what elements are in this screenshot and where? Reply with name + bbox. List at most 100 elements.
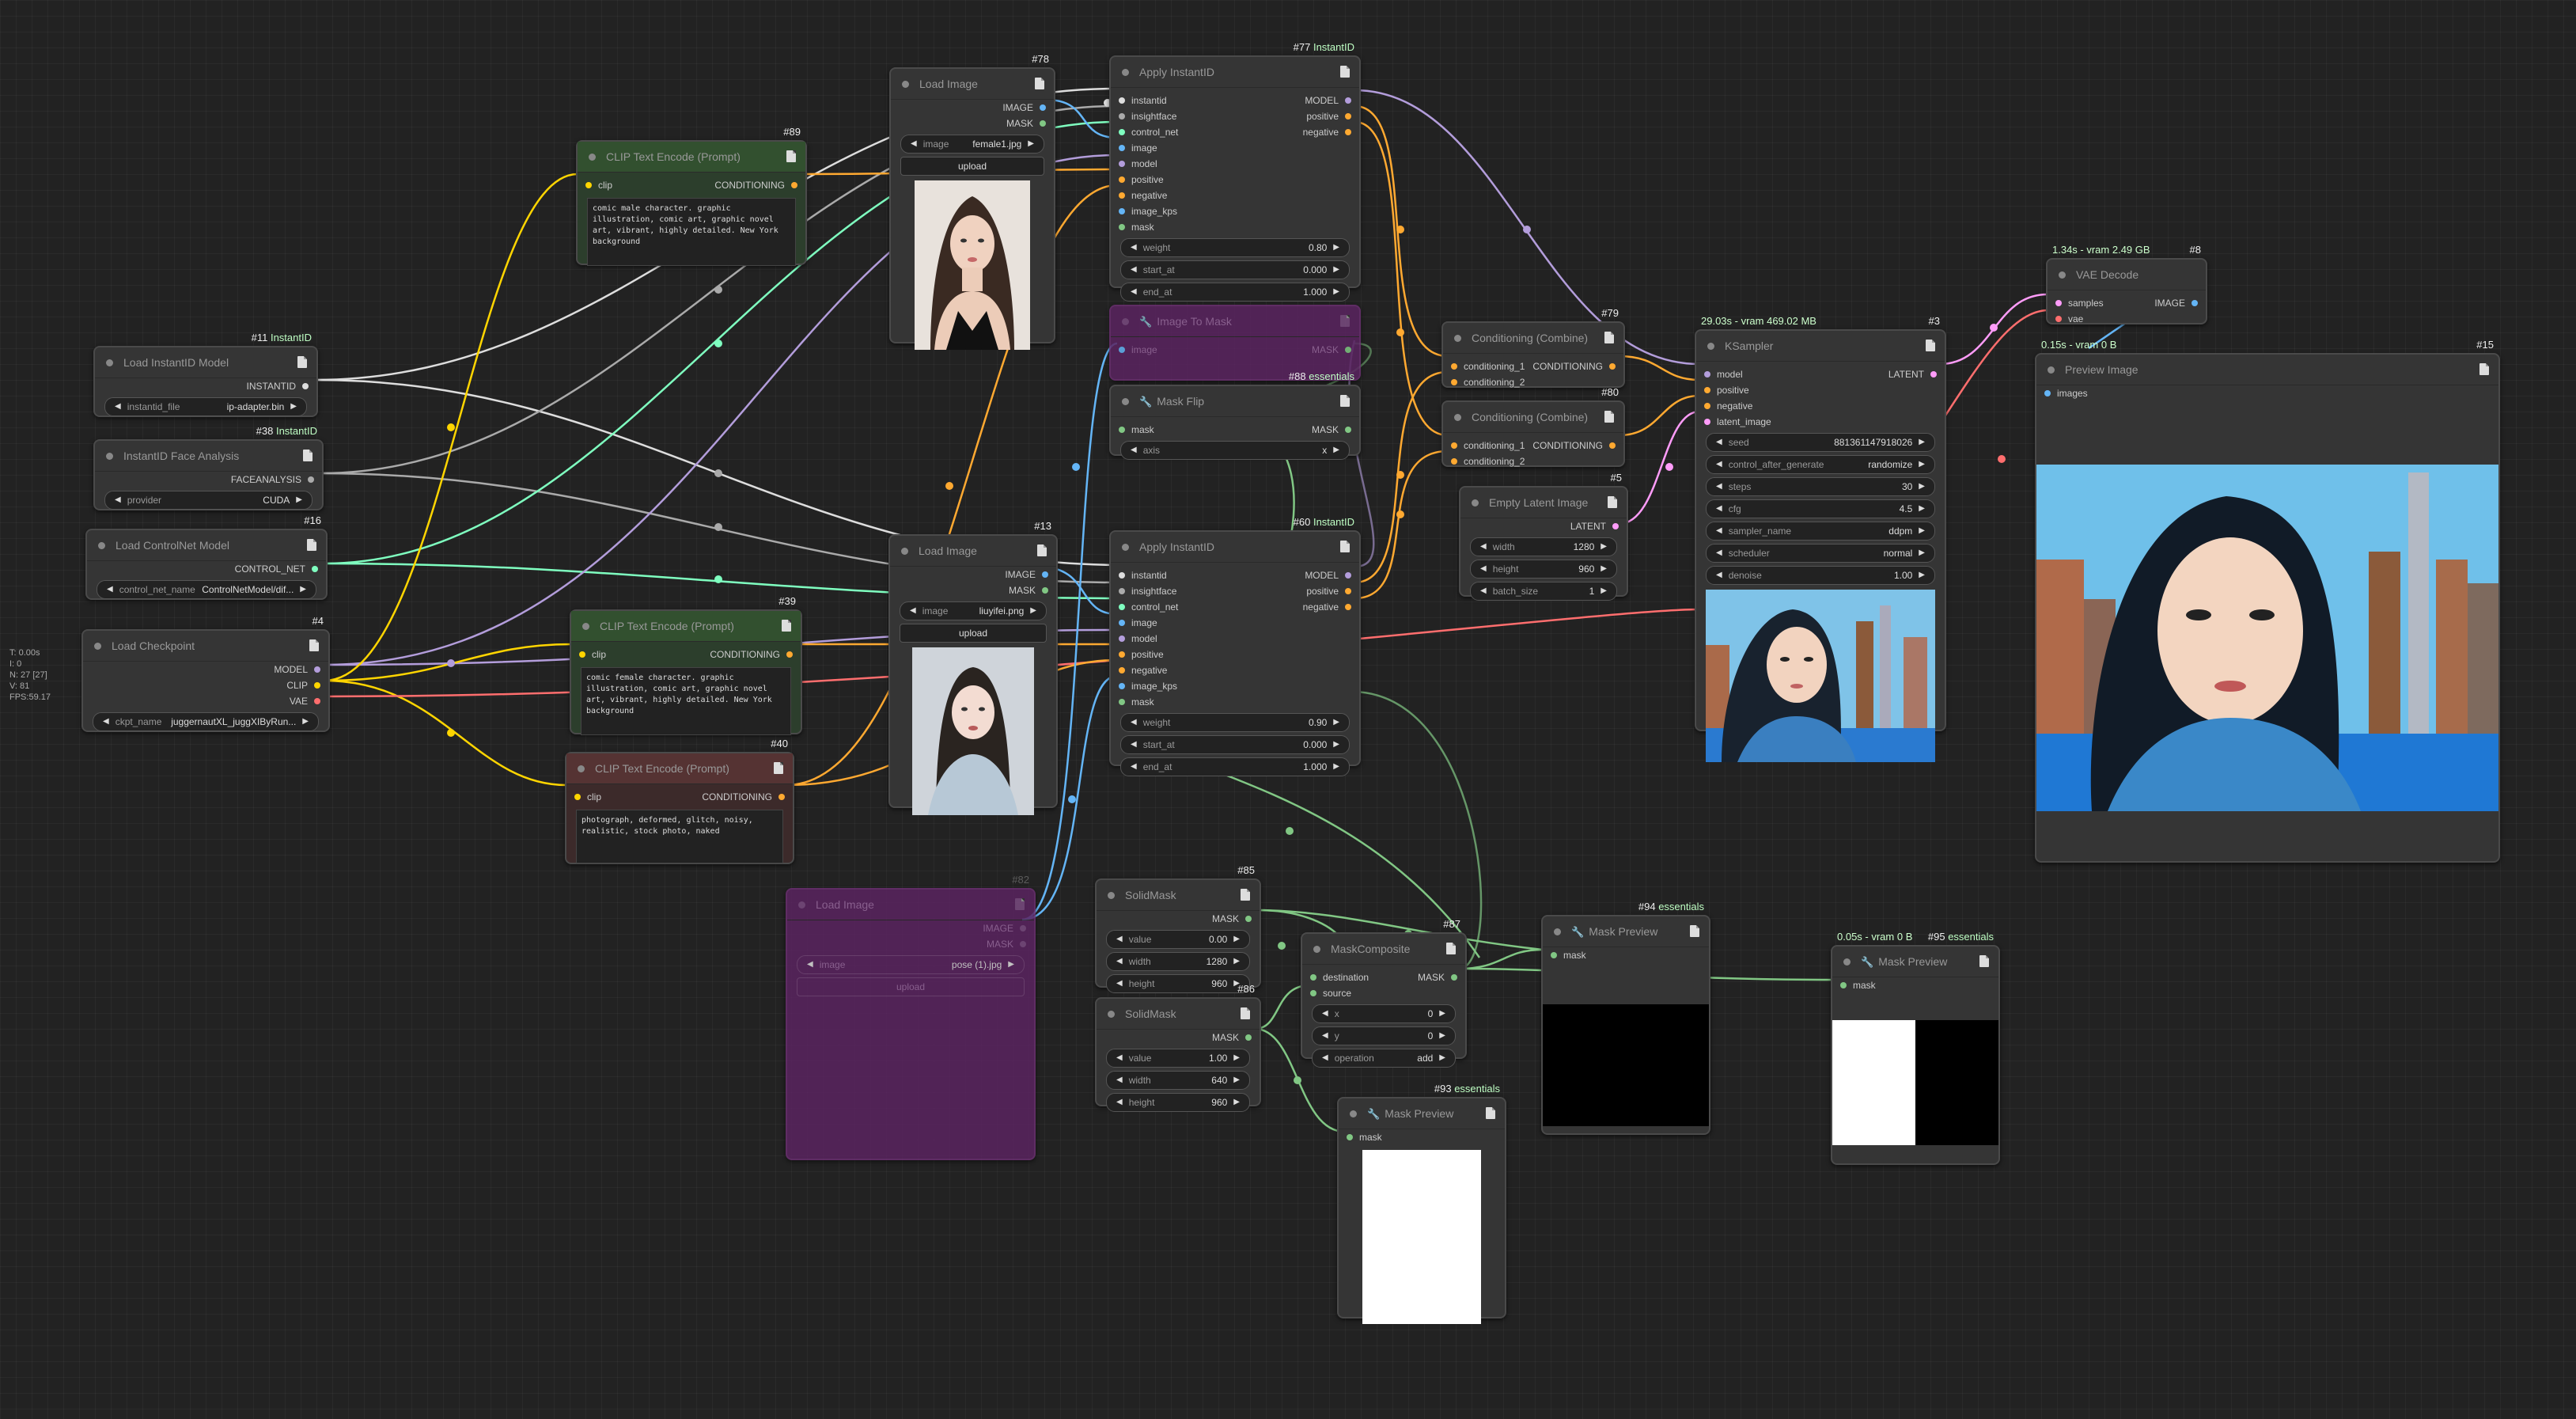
input-insightface[interactable]: insightface (1111, 583, 1235, 599)
output-image[interactable]: IMAGE (2127, 295, 2206, 311)
doc-icon[interactable] (1340, 395, 1350, 407)
input-model[interactable]: model (1696, 366, 1820, 382)
collapse-dot[interactable] (589, 154, 596, 161)
prompt-textbox[interactable]: comic female character. graphic illustra… (581, 667, 791, 735)
input-instantid[interactable]: instantid (1111, 93, 1235, 108)
input-clip[interactable]: clip (566, 789, 680, 805)
input-positive[interactable]: positive (1111, 647, 1235, 662)
input-clip[interactable]: clip (571, 647, 686, 662)
input-conditioning-2[interactable]: conditioning_2 (1443, 374, 1532, 390)
collapse-dot[interactable] (798, 901, 805, 909)
doc-icon[interactable] (297, 356, 307, 368)
end-at-widget[interactable]: ◀ end_at 1.000 ▶ (1120, 757, 1350, 776)
load-image-13-node[interactable]: #13 Load Image IMAGE MASK ◀ image liuyifei… (888, 520, 1058, 815)
collapse-dot[interactable] (2048, 366, 2055, 374)
collapse-dot[interactable] (1313, 946, 1320, 953)
instantid-file-widget[interactable]: ◀ instantid_file ip-adapter.bin ▶ (104, 397, 307, 416)
y-widget[interactable]: ◀ y 0 ▶ (1312, 1026, 1456, 1045)
height-widget[interactable]: ◀ height 960 ▶ (1106, 1093, 1250, 1112)
doc-icon[interactable] (1340, 315, 1350, 327)
input-positive[interactable]: positive (1696, 382, 1820, 398)
doc-icon[interactable] (1037, 544, 1047, 556)
collapse-dot[interactable] (578, 765, 585, 772)
image-select-widget[interactable]: ◀ image liuyifei.png ▶ (900, 601, 1047, 620)
width-widget[interactable]: ◀ width 640 ▶ (1106, 1071, 1250, 1090)
prompt-textbox[interactable]: photograph, deformed, glitch, noisy, rea… (576, 810, 783, 863)
input-model[interactable]: model (1111, 631, 1235, 647)
input-negative[interactable]: negative (1696, 398, 1820, 414)
conditioning-combine-80-node[interactable]: #80 Conditioning (Combine) conditioning_… (1441, 386, 1625, 469)
input-model[interactable]: model (1111, 156, 1235, 172)
collapse-dot[interactable] (106, 359, 113, 366)
input-mask[interactable]: mask (1339, 1129, 1505, 1145)
apply-instantid-77-node[interactable]: #77 InstantID Apply InstantID instantid … (1109, 41, 1361, 302)
width-widget[interactable]: ◀ width 1280 ▶ (1106, 952, 1250, 971)
output-controlnet[interactable]: CONTROL_NET (87, 561, 326, 577)
doc-icon[interactable] (1604, 411, 1614, 423)
value-widget[interactable]: ◀ value 1.00 ▶ (1106, 1049, 1250, 1068)
collapse-dot[interactable] (1454, 414, 1461, 421)
input-control-net[interactable]: control_net (1111, 124, 1235, 140)
clip-text-encode-39-node[interactable]: #39 CLIP Text Encode (Prompt) clip CONDI… (570, 595, 802, 735)
output-image[interactable]: IMAGE (890, 567, 1056, 582)
clip-text-encode-40-node[interactable]: #40 CLIP Text Encode (Prompt) clip CONDI… (565, 738, 794, 864)
output-latent[interactable]: LATENT (1820, 366, 1945, 382)
output-vae[interactable]: VAE (83, 693, 328, 709)
sampler-name-widget[interactable]: ◀ sampler_name ddpm ▶ (1706, 522, 1935, 541)
input-negative[interactable]: negative (1111, 188, 1235, 203)
clip-text-encode-89-node[interactable]: #89 CLIP Text Encode (Prompt) clip CONDI… (576, 126, 807, 266)
collapse-dot[interactable] (1122, 544, 1129, 551)
output-latent[interactable]: LATENT (1460, 518, 1627, 534)
input-image[interactable]: image (1111, 342, 1235, 358)
mask-preview-93-node[interactable]: #93 essentials 🔧 Mask Preview mask (1337, 1083, 1506, 1324)
doc-icon[interactable] (1979, 955, 1989, 967)
input-image[interactable]: image (1111, 615, 1235, 631)
x-widget[interactable]: ◀ x 0 ▶ (1312, 1004, 1456, 1023)
output-mask[interactable]: MASK (1097, 911, 1260, 927)
doc-icon[interactable] (303, 450, 313, 461)
collapse-dot[interactable] (2059, 271, 2066, 279)
output-positive[interactable]: positive (1235, 108, 1359, 124)
controlnet-name-widget[interactable]: ◀ control_net_name ControlNetModel/dif... ▶ (97, 580, 316, 599)
doc-icon[interactable] (1241, 889, 1250, 901)
seed-widget[interactable]: ◀ seed 881361147918026 ▶ (1706, 433, 1935, 452)
upload-button[interactable]: upload (797, 977, 1025, 996)
input-image-kps[interactable]: image_kps (1111, 203, 1235, 219)
doc-icon[interactable] (1340, 541, 1350, 552)
doc-icon[interactable] (1035, 78, 1044, 89)
collapse-dot[interactable] (1122, 69, 1129, 76)
input-conditioning-2[interactable]: conditioning_2 (1443, 453, 1532, 469)
vae-decode-node[interactable]: 1.34s - vram 2.49 GB #8 VAE Decode sampl… (2046, 244, 2207, 324)
face-analysis-node[interactable]: #38 InstantID InstantID Face Analysis FA… (93, 425, 324, 510)
start-at-widget[interactable]: ◀ start_at 0.000 ▶ (1120, 735, 1350, 754)
input-mask[interactable]: mask (1111, 219, 1235, 235)
collapse-dot[interactable] (106, 453, 113, 460)
output-mask[interactable]: MASK (891, 116, 1054, 131)
upload-button[interactable]: upload (900, 624, 1047, 643)
output-model[interactable]: MODEL (83, 662, 328, 677)
solid-mask-86-node[interactable]: #86 SolidMask MASK ◀ value 1.00 ▶ ◀ width 640… (1095, 983, 1261, 1112)
cfg-widget[interactable]: ◀ cfg 4.5 ▶ (1706, 499, 1935, 518)
input-mask[interactable]: mask (1543, 947, 1709, 963)
output-mask[interactable]: MASK (1235, 342, 1359, 358)
output-conditioning[interactable]: CONDITIONING (686, 647, 801, 662)
collapse-dot[interactable] (582, 623, 589, 630)
collapse-dot[interactable] (98, 542, 105, 549)
input-negative[interactable]: negative (1111, 662, 1235, 678)
height-widget[interactable]: ◀ height 960 ▶ (1106, 974, 1250, 993)
apply-instantid-60-node[interactable]: #60 InstantID Apply InstantID instantid … (1109, 516, 1361, 776)
input-latent-image[interactable]: latent_image (1696, 414, 1820, 430)
doc-icon[interactable] (2479, 363, 2489, 375)
collapse-dot[interactable] (1554, 928, 1561, 935)
input-image-kps[interactable]: image_kps (1111, 678, 1235, 694)
doc-icon[interactable] (782, 620, 791, 632)
collapse-dot[interactable] (902, 81, 909, 88)
mask-flip-node[interactable]: #88 essentials 🔧 Mask Flip mask MASK ◀ axi… (1109, 370, 1361, 460)
output-negative[interactable]: negative (1235, 124, 1359, 140)
image-select-widget[interactable]: ◀ image pose (1).jpg ▶ (797, 955, 1025, 974)
output-negative[interactable]: negative (1235, 599, 1359, 615)
output-mask[interactable]: MASK (1097, 1030, 1260, 1045)
output-mask[interactable]: MASK (787, 936, 1034, 952)
output-conditioning[interactable]: CONDITIONING (691, 177, 805, 193)
doc-icon[interactable] (309, 639, 319, 651)
